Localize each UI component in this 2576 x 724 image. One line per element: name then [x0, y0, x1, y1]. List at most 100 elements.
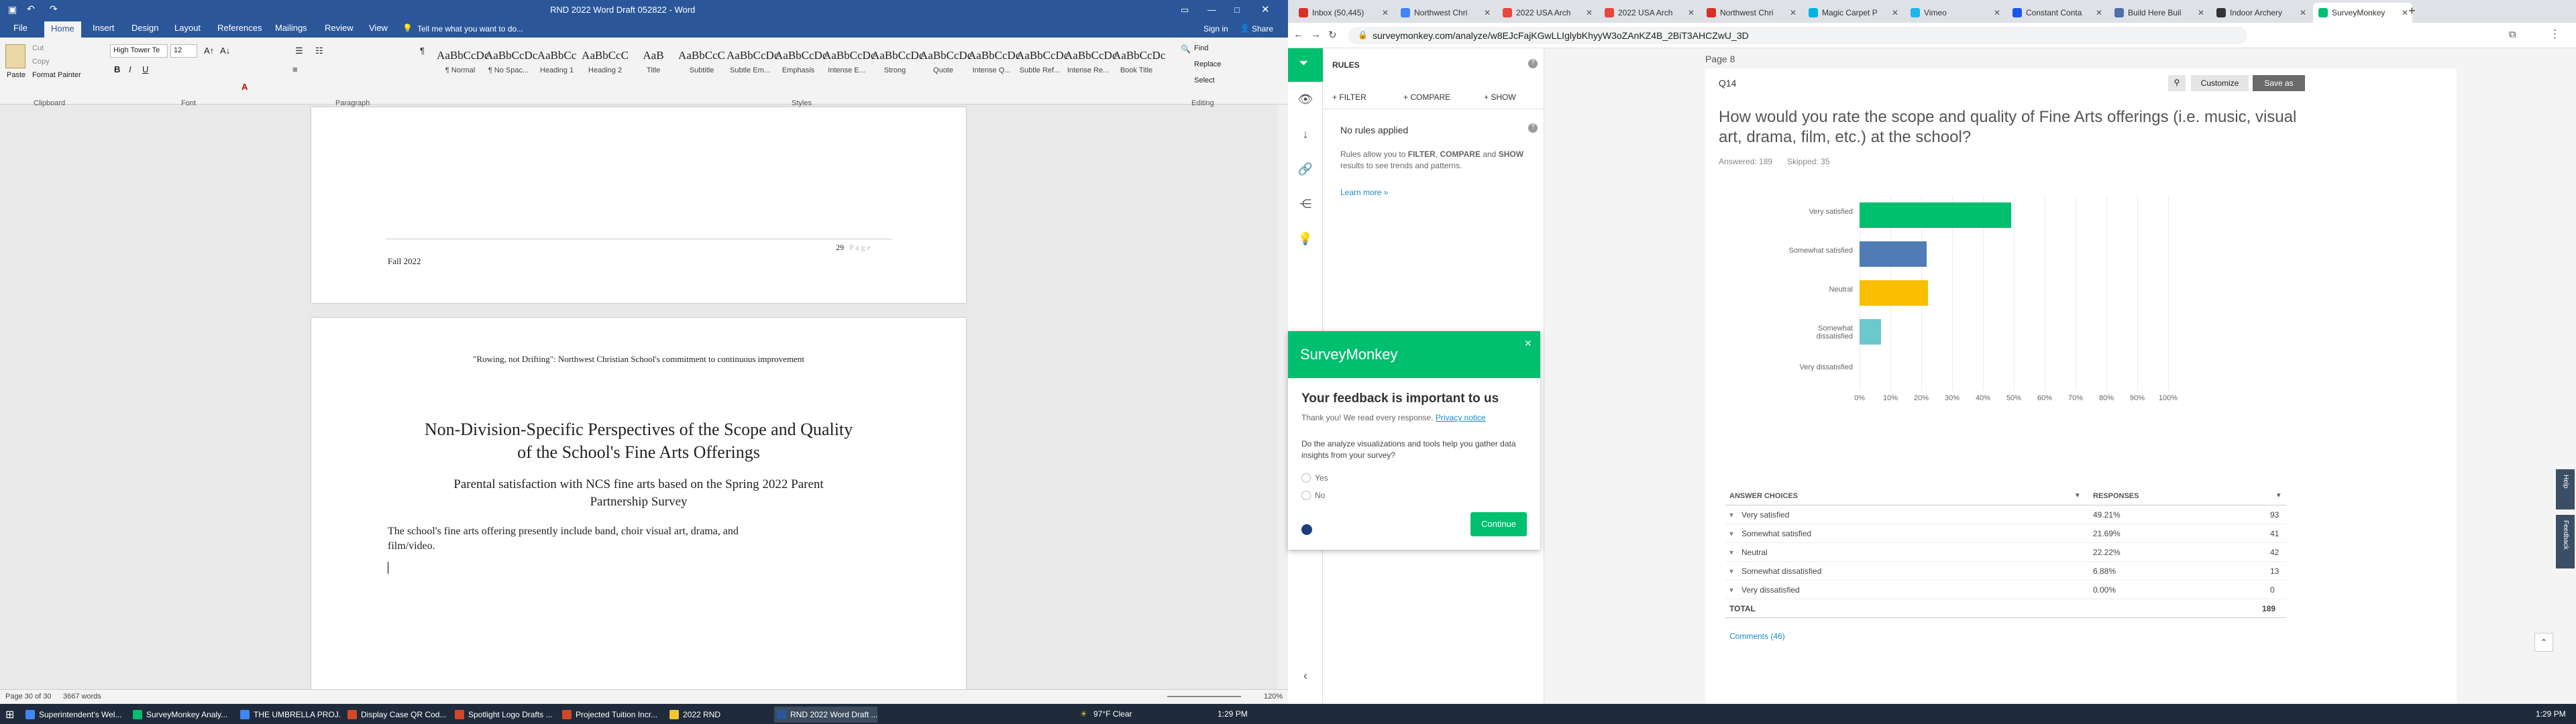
tab-close-icon[interactable]: ✕ — [2402, 8, 2408, 17]
browser-tab[interactable]: Magic Carpet P ✕ — [1803, 3, 1902, 23]
cut-button[interactable]: Cut — [32, 44, 44, 52]
font-color-icon[interactable]: A — [241, 82, 248, 92]
filter-rail-button[interactable]: ⏷ — [1288, 48, 1323, 82]
comments-link[interactable]: Comments (46) — [1729, 631, 1785, 641]
italic-icon[interactable]: I — [129, 64, 131, 74]
browser-tab[interactable]: Northwest Chri ✕ — [1701, 3, 1801, 23]
expand-icon[interactable]: ▾ — [1729, 529, 1733, 538]
find-button[interactable]: Find — [1194, 44, 1208, 52]
bar[interactable] — [1860, 319, 1881, 345]
browser-tab[interactable]: SurveyMonkey ✕ — [2313, 3, 2412, 23]
tab-close-icon[interactable]: ✕ — [1688, 8, 1695, 17]
tab-design[interactable]: Design — [131, 23, 158, 33]
expand-icon[interactable]: ▾ — [1729, 566, 1733, 576]
document-scrollbar[interactable] — [1277, 105, 1288, 689]
style-2[interactable]: AaBbCc Heading 1 — [533, 43, 581, 83]
style-6[interactable]: AaBbCcDc Subtle Em... — [726, 43, 779, 83]
taskbar-item[interactable]: Superintendent's Wel... — [23, 707, 126, 723]
tab-view[interactable]: View — [369, 23, 388, 33]
tell-me-box[interactable]: Tell me what you want to do... — [417, 24, 523, 34]
tab-close-icon[interactable]: ✕ — [1892, 8, 1898, 17]
scroll-top-icon[interactable]: ⌃ — [2534, 633, 2553, 652]
eye-icon[interactable]: 👁 — [1297, 93, 1313, 109]
tab-close-icon[interactable]: ✕ — [1484, 8, 1491, 17]
show-button[interactable]: + SHOW — [1484, 93, 1516, 102]
copy-button[interactable]: Copy — [32, 58, 50, 66]
taskbar-item[interactable]: Display Case QR Cod... — [345, 707, 448, 723]
tab-references[interactable]: References — [217, 23, 262, 33]
bold-icon[interactable]: B — [114, 64, 120, 74]
style-5[interactable]: AaBbCcC Subtitle — [678, 43, 726, 83]
tab-close-icon[interactable]: ✕ — [2096, 8, 2102, 17]
numbering-icon[interactable]: ☷ — [315, 46, 323, 56]
style-11[interactable]: AaBbCcDc Intense Q... — [967, 43, 1020, 83]
browser-tab[interactable]: Vimeo ✕ — [1905, 3, 2004, 23]
info-icon[interactable]: ? — [1528, 123, 1538, 133]
tab-close-icon[interactable]: ✕ — [1790, 8, 1796, 17]
no-radio[interactable] — [1301, 491, 1311, 500]
browser-tab[interactable]: Indoor Archery ✕ — [2211, 3, 2310, 23]
browser-tab[interactable]: Inbox (50,445) ✕ — [1293, 3, 1393, 23]
popup-close-icon[interactable]: ✕ — [1524, 338, 1532, 349]
align-left-icon[interactable]: ≡ — [292, 64, 298, 74]
replace-button[interactable]: Replace — [1194, 60, 1221, 68]
back-icon[interactable]: ← — [1293, 29, 1303, 40]
feedback-tab[interactable]: Feedback — [2556, 515, 2575, 568]
taskbar-item[interactable]: 2022 RND — [667, 707, 770, 723]
zoom-slider[interactable] — [1167, 696, 1241, 697]
restore-icon[interactable]: ▭ — [1181, 5, 1189, 15]
pin-icon[interactable]: ⚲ — [2168, 75, 2186, 91]
bulb-icon[interactable]: 💡 — [1297, 232, 1313, 248]
browser-tab[interactable]: Build Here Buil ✕ — [2109, 3, 2208, 23]
paste-label[interactable]: Paste — [7, 71, 25, 79]
compare-button[interactable]: + COMPARE — [1403, 93, 1450, 102]
show-marks-icon[interactable]: ¶ — [420, 46, 425, 56]
style-3[interactable]: AaBbCcC Heading 2 — [581, 43, 629, 83]
style-14[interactable]: AaBbCcDc Book Title — [1112, 43, 1165, 83]
extensions-icon[interactable]: ⧉ — [2509, 29, 2516, 40]
taskbar-item[interactable]: SurveyMonkey Analy... — [130, 707, 233, 723]
url-field[interactable]: 🔒 surveymonkey.com/analyze/w8EJcFajKGwLL… — [1348, 27, 2247, 44]
tab-close-icon[interactable]: ✕ — [2198, 8, 2204, 17]
taskbar-item[interactable]: THE UMBRELLA PROJ... — [237, 707, 341, 723]
tab-insert[interactable]: Insert — [93, 23, 115, 33]
expand-icon[interactable]: ▾ — [1729, 510, 1733, 520]
download-icon[interactable]: ↓ — [1297, 127, 1313, 143]
paste-icon[interactable] — [5, 44, 25, 68]
zoom-level[interactable]: 120% — [1264, 692, 1283, 701]
filter-button[interactable]: + FILTER — [1332, 93, 1366, 102]
tab-review[interactable]: Review — [325, 23, 354, 33]
bar[interactable] — [1860, 280, 1929, 306]
bullets-icon[interactable]: ☰ — [295, 46, 303, 56]
redo-icon[interactable]: ↷ — [50, 3, 58, 15]
share-button[interactable]: Share — [1252, 24, 1273, 34]
new-tab-button[interactable]: + — [2408, 4, 2416, 18]
find-icon[interactable]: 🔍 — [1181, 44, 1191, 54]
collapse-icon[interactable]: ‹ — [1297, 669, 1313, 685]
save-as-button[interactable]: Save as — [2253, 75, 2305, 91]
tab-close-icon[interactable]: ✕ — [1994, 8, 2000, 17]
tab-home[interactable]: Home — [44, 21, 81, 38]
help-circle-icon[interactable]: ? — [1528, 59, 1538, 68]
clock[interactable]: 1:29 PM — [1218, 709, 1248, 719]
tab-close-icon[interactable]: ✕ — [1382, 8, 1389, 17]
grow-font-icon[interactable]: A↑ — [204, 46, 214, 56]
style-10[interactable]: AaBbCcDc Quote — [919, 43, 972, 83]
share-nodes-icon[interactable]: ⋲ — [1297, 197, 1313, 213]
style-1[interactable]: AaBbCcDc ¶ No Spac... — [484, 43, 537, 83]
forward-icon[interactable]: → — [1311, 29, 1321, 40]
customize-button[interactable]: Customize — [2191, 75, 2249, 91]
bar[interactable] — [1860, 241, 1927, 267]
expand-icon[interactable]: ▾ — [1729, 585, 1733, 595]
link-icon[interactable]: 🔗 — [1297, 162, 1313, 178]
tab-close-icon[interactable]: ✕ — [1586, 8, 1593, 17]
taskbar-item[interactable]: Projected Tuition Incr... — [559, 707, 663, 723]
clock-right[interactable]: 1:29 PM — [2536, 709, 2566, 719]
taskbar-item[interactable]: RND 2022 Word Draft ... — [774, 707, 877, 723]
style-8[interactable]: AaBbCcDc Intense E... — [822, 43, 875, 83]
sign-in-link[interactable]: Sign in — [1203, 24, 1228, 34]
browser-tab[interactable]: 2022 USA Arch ✕ — [1599, 3, 1699, 23]
style-7[interactable]: AaBbCcDc Emphasis — [774, 43, 827, 83]
privacy-link[interactable]: Privacy notice — [1436, 413, 1486, 422]
shrink-font-icon[interactable]: A↓ — [220, 46, 230, 56]
